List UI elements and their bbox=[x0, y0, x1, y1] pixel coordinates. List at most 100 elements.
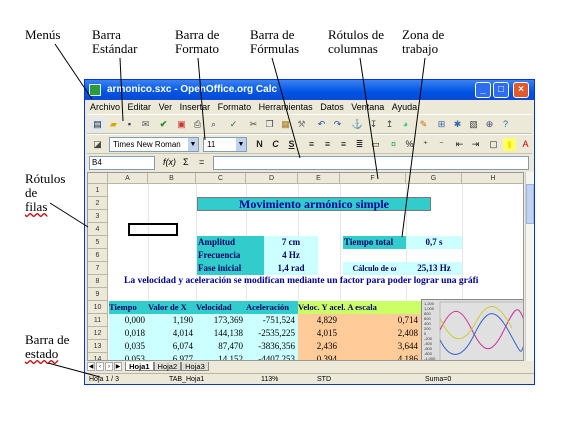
column-header[interactable]: H bbox=[462, 173, 523, 184]
undo-icon[interactable]: ↶ bbox=[315, 118, 328, 131]
edit-file-icon[interactable]: ✔ bbox=[157, 118, 170, 131]
corner-select-all[interactable] bbox=[88, 173, 108, 184]
zoom-icon[interactable]: ⊕ bbox=[483, 118, 496, 131]
copy-icon[interactable]: ❐ bbox=[263, 118, 276, 131]
column-header[interactable]: A bbox=[108, 173, 148, 184]
row-header[interactable]: 1 bbox=[88, 184, 108, 197]
column-header[interactable]: C bbox=[196, 173, 246, 184]
navigator-icon[interactable]: ✱ bbox=[451, 118, 464, 131]
table-cell[interactable]: -4407,253 bbox=[246, 353, 298, 360]
row-header[interactable]: 4 bbox=[88, 223, 108, 236]
maximize-button[interactable]: □ bbox=[493, 82, 509, 98]
calculo-omega-value[interactable]: 25,13 Hz bbox=[406, 262, 462, 275]
table-cell[interactable]: -751,524 bbox=[246, 314, 298, 327]
underline-button[interactable]: S bbox=[285, 138, 298, 151]
function-wizard-icon[interactable]: f(x) bbox=[163, 157, 176, 167]
sheet-tab-hoja1[interactable]: Hoja1 bbox=[125, 362, 154, 371]
justify-icon[interactable]: ≣ bbox=[353, 138, 366, 151]
sort-ascending-icon[interactable]: ↧ bbox=[367, 118, 380, 131]
table-header[interactable]: Velocidad bbox=[196, 301, 246, 314]
font-size-select[interactable]: 11 ▼ bbox=[203, 137, 247, 152]
prev-sheet-icon[interactable]: ‹ bbox=[96, 362, 104, 371]
active-cell-cursor[interactable] bbox=[128, 223, 178, 236]
status-page-style[interactable]: TAB_Hoja1 bbox=[169, 374, 204, 385]
percent-format-icon[interactable]: % bbox=[403, 138, 416, 151]
minimize-button[interactable]: _ bbox=[475, 82, 491, 98]
function-equals-icon[interactable]: = bbox=[199, 157, 204, 167]
row-header[interactable]: 5 bbox=[88, 236, 108, 249]
table-header[interactable]: Aceleración bbox=[246, 301, 298, 314]
align-center-icon[interactable]: ≡ bbox=[321, 138, 334, 151]
page-preview-icon[interactable]: ⌕ bbox=[207, 118, 220, 131]
spellcheck-icon[interactable]: ✓ bbox=[227, 118, 240, 131]
status-mode[interactable]: STD bbox=[317, 374, 331, 385]
table-cell[interactable]: 2,408 bbox=[340, 327, 421, 340]
table-cell[interactable]: 6,977 bbox=[148, 353, 196, 360]
amplitud-value[interactable]: 7 cm bbox=[264, 236, 318, 249]
column-header[interactable]: D bbox=[246, 173, 298, 184]
background-color-icon[interactable]: ▮ bbox=[503, 138, 516, 151]
table-cell[interactable]: 87,470 bbox=[196, 340, 246, 353]
fase-inicial-label[interactable]: Fase inicial bbox=[197, 262, 264, 275]
styles-formatting-icon[interactable]: ◪ bbox=[91, 138, 104, 151]
next-sheet-icon[interactable]: › bbox=[105, 362, 113, 371]
frecuencia-label[interactable]: Frecuencia bbox=[197, 249, 264, 262]
chevron-down-icon[interactable]: ▼ bbox=[188, 138, 198, 151]
table-cell[interactable]: 0,053 bbox=[109, 353, 148, 360]
title-bar[interactable]: armonico.sxc - OpenOffice.org Calc _ □ × bbox=[85, 80, 534, 100]
tiempo-total-value[interactable]: 0,7 s bbox=[406, 236, 462, 249]
row-header[interactable]: 12 bbox=[88, 327, 108, 340]
format-paintbrush-icon[interactable]: ⚒ bbox=[295, 118, 308, 131]
italic-button[interactable]: C bbox=[269, 138, 282, 151]
spreadsheet-grid[interactable]: A B C D E F G H 1 2 3 4 5 6 7 8 9 10 11 … bbox=[87, 172, 524, 361]
fase-inicial-value[interactable]: 1,4 rad bbox=[264, 262, 318, 275]
paste-icon[interactable]: ▦ bbox=[279, 118, 292, 131]
menu-archivo[interactable]: Archivo bbox=[90, 100, 120, 114]
close-button[interactable]: × bbox=[513, 82, 529, 98]
row-header[interactable]: 8 bbox=[88, 275, 108, 288]
table-cell[interactable]: 144,138 bbox=[196, 327, 246, 340]
table-cell[interactable]: 6,074 bbox=[148, 340, 196, 353]
row-header[interactable]: 3 bbox=[88, 210, 108, 223]
amplitud-label[interactable]: Amplitud bbox=[197, 236, 264, 249]
table-cell[interactable]: 4,015 bbox=[298, 327, 340, 340]
table-cell[interactable]: 4,014 bbox=[148, 327, 196, 340]
column-header[interactable]: G bbox=[406, 173, 462, 184]
last-sheet-icon[interactable]: ▶ bbox=[114, 362, 122, 371]
table-cell[interactable]: 4,829 bbox=[298, 314, 340, 327]
column-header[interactable]: F bbox=[340, 173, 406, 184]
show-draw-functions-icon[interactable]: ✎ bbox=[417, 118, 430, 131]
row-header[interactable]: 9 bbox=[88, 288, 108, 301]
help-icon[interactable]: ? bbox=[499, 118, 512, 131]
menu-formato[interactable]: Formato bbox=[218, 100, 252, 114]
cut-icon[interactable]: ✂ bbox=[247, 118, 260, 131]
table-header[interactable] bbox=[406, 301, 421, 314]
align-right-icon[interactable]: ≡ bbox=[337, 138, 350, 151]
new-document-icon[interactable]: ▤ bbox=[91, 118, 104, 131]
menu-editar[interactable]: Editar bbox=[128, 100, 152, 114]
table-cell[interactable]: 0,018 bbox=[109, 327, 148, 340]
hyperlink-icon[interactable]: ⚓ bbox=[351, 118, 364, 131]
email-icon[interactable]: ✉ bbox=[139, 118, 152, 131]
find-replace-icon[interactable]: ⊞ bbox=[435, 118, 448, 131]
sheet-tab-hoja2[interactable]: Hoja2 bbox=[153, 362, 182, 371]
table-cell[interactable]: 173,369 bbox=[196, 314, 246, 327]
table-cell[interactable]: 14,152 bbox=[196, 353, 246, 360]
calculo-omega-label[interactable]: Cálculo de ω bbox=[343, 262, 406, 275]
table-cell[interactable]: 0,394 bbox=[298, 353, 340, 360]
frecuencia-value[interactable]: 4 Hz bbox=[264, 249, 318, 262]
table-cell[interactable]: -3836,356 bbox=[246, 340, 298, 353]
menu-ayuda[interactable]: Ayuda bbox=[392, 100, 417, 114]
insert-chart-icon[interactable]: ◕ bbox=[399, 118, 412, 131]
table-cell[interactable]: 0,714 bbox=[340, 314, 421, 327]
name-box[interactable]: B4 bbox=[89, 156, 155, 170]
font-color-icon[interactable]: A bbox=[519, 138, 532, 151]
row-header[interactable]: 13 bbox=[88, 340, 108, 353]
menu-herramientas[interactable]: Herramientas bbox=[259, 100, 313, 114]
table-cell[interactable]: 2,436 bbox=[298, 340, 340, 353]
menu-ver[interactable]: Ver bbox=[159, 100, 173, 114]
tiempo-total-label[interactable]: Tiempo total bbox=[343, 236, 406, 249]
table-cell[interactable]: -2535,225 bbox=[246, 327, 298, 340]
row-header[interactable]: 14 bbox=[88, 353, 108, 360]
export-pdf-icon[interactable]: ▣ bbox=[175, 118, 188, 131]
